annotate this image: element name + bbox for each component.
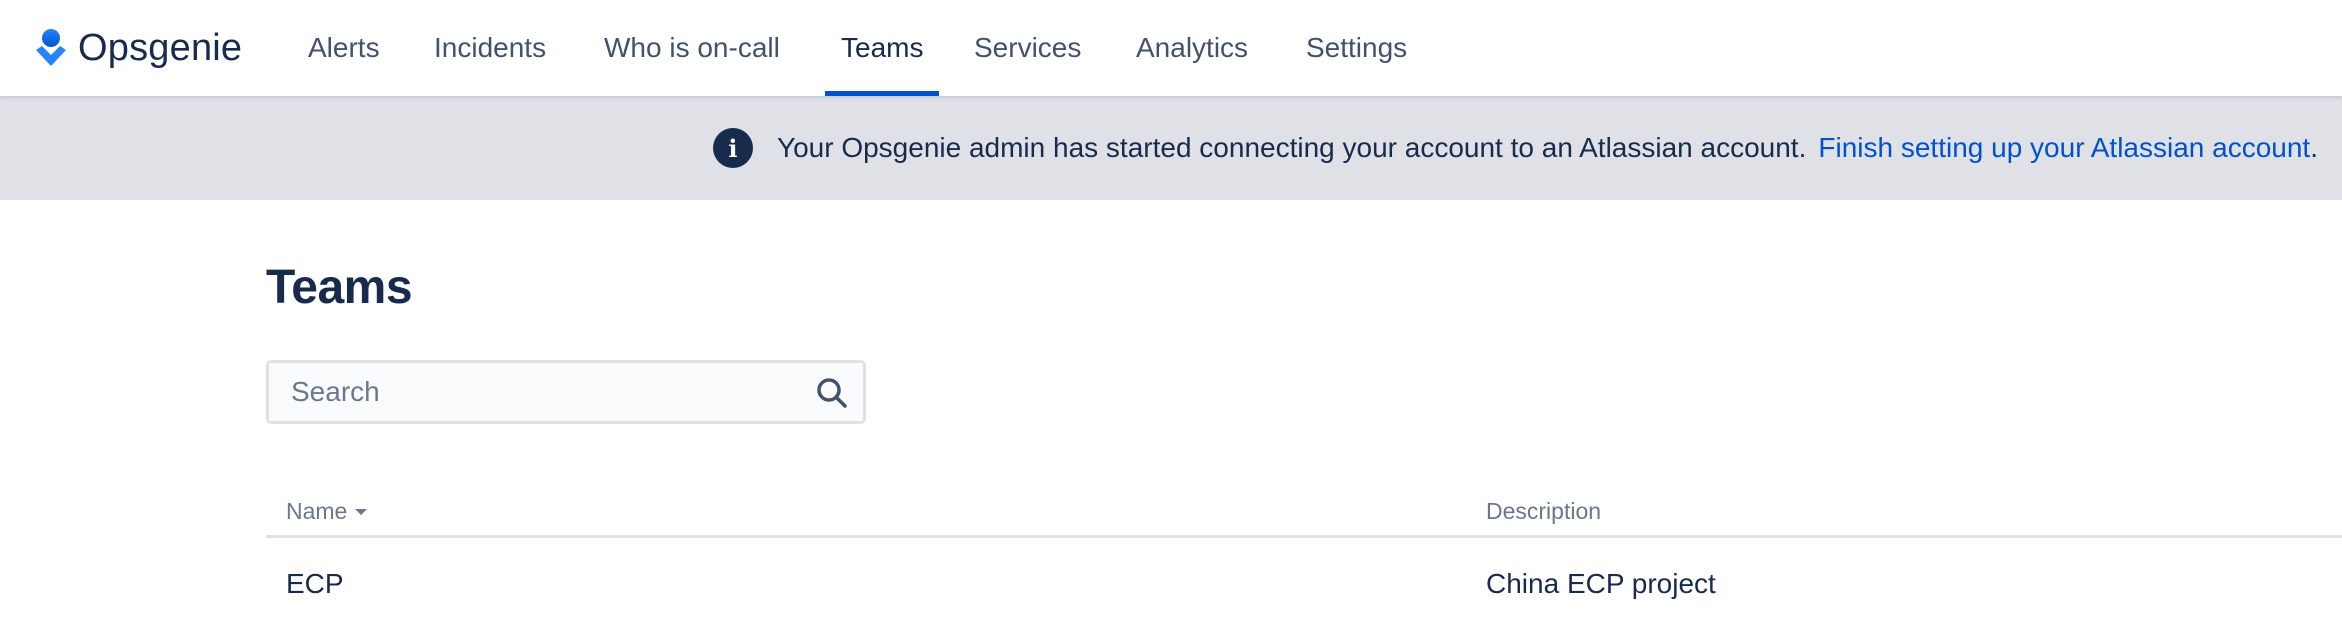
table-row[interactable]: ECP China ECP project (266, 538, 2342, 620)
account-connection-banner: i Your Opsgenie admin has started connec… (0, 96, 2342, 200)
nav-alerts-label: Alerts (308, 32, 380, 63)
team-description: China ECP project (1486, 568, 1716, 599)
column-header-name[interactable]: Name (286, 498, 368, 525)
banner-trailing-period: . (2310, 132, 2318, 163)
nav-services-label: Services (974, 32, 1082, 63)
finish-setup-link[interactable]: Finish setting up your Atlassian account (1818, 132, 2310, 164)
search-input[interactable] (291, 371, 811, 413)
column-header-name-label: Name (286, 498, 348, 524)
teams-table: Name Description ECP China ECP project (266, 494, 2342, 620)
column-header-description: Description (1486, 498, 1601, 525)
banner-message: Your Opsgenie admin has started connecti… (776, 132, 1807, 163)
nav-settings-label: Settings (1306, 32, 1408, 63)
search-box[interactable] (266, 360, 866, 424)
search-icon[interactable] (815, 376, 849, 410)
opsgenie-logo-icon (36, 29, 66, 66)
nav-incidents-label: Incidents (434, 32, 547, 63)
nav-who-is-on-call[interactable]: Who is on-call (588, 0, 796, 96)
sort-descending-icon (355, 508, 368, 515)
nav-analytics-label: Analytics (1136, 32, 1249, 63)
column-header-description-label: Description (1486, 498, 1602, 524)
top-navigation: Opsgenie Alerts Incidents Who is on-call… (0, 0, 2342, 96)
nav-settings[interactable]: Settings (1290, 0, 1423, 96)
app-name: Opsgenie (78, 26, 243, 69)
nav-who-is-on-call-label: Who is on-call (604, 32, 780, 63)
table-header: Name Description (266, 494, 2342, 538)
nav-incidents[interactable]: Incidents (418, 0, 562, 96)
nav-teams-label: Teams (841, 32, 924, 63)
nav-teams[interactable]: Teams (825, 0, 940, 96)
brand-logo[interactable]: Opsgenie (34, 18, 242, 78)
team-name[interactable]: ECP (286, 568, 344, 600)
page-title: Teams (266, 261, 413, 314)
nav-alerts[interactable]: Alerts (292, 0, 396, 96)
nav-services[interactable]: Services (958, 0, 1097, 96)
info-icon: i (712, 128, 753, 168)
nav-analytics[interactable]: Analytics (1120, 0, 1264, 96)
